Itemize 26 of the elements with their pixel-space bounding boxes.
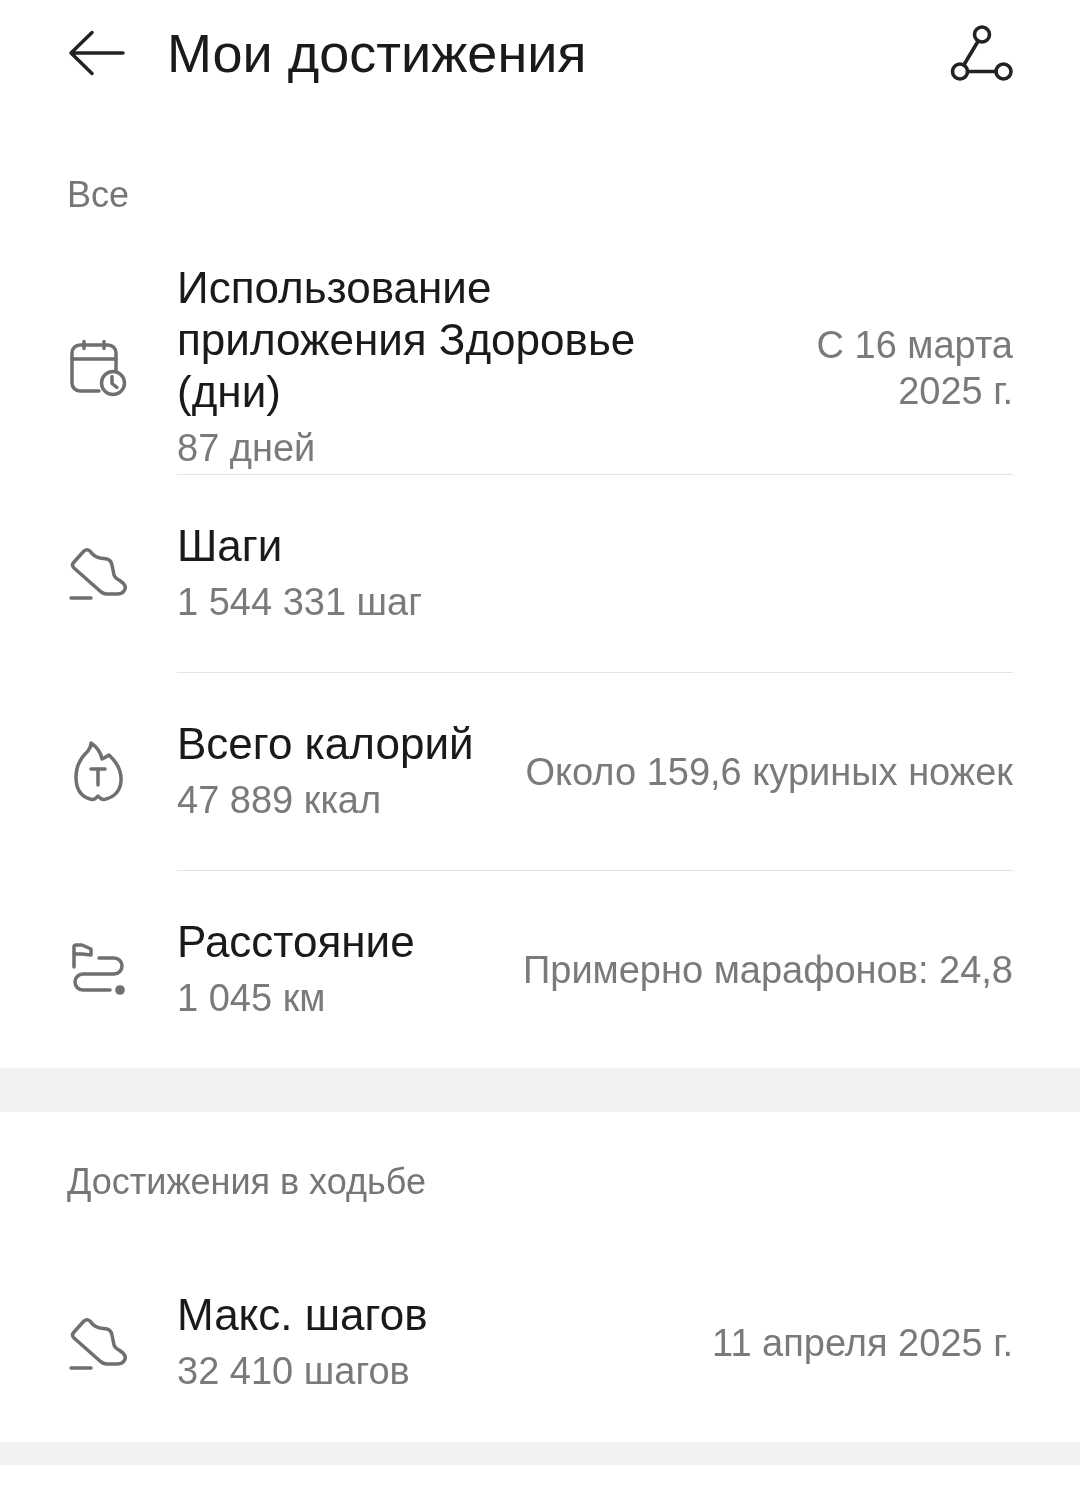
node-graph-icon [950,23,1014,82]
sneaker-icon [68,1316,128,1370]
achievement-value: 1 544 331 шаг [177,579,423,625]
achievement-value: 47 889 ккал [177,777,383,823]
calendar-clock-icon [69,339,127,397]
share-button[interactable] [950,23,1014,82]
achievement-value: 87 дней [177,426,317,471]
achievement-note: Примерно марафонов: 24,8 [521,947,1013,993]
section-heading: Достижения в ходьбе [67,1160,426,1204]
achievement-title: Использование приложения Здоровье (дни) [177,262,637,418]
achievement-title: Макс. шагов [177,1289,428,1341]
back-button[interactable] [68,29,125,76]
achievement-note: 11 апреля 2025 г. [711,1321,1013,1366]
section-heading: Все [67,173,130,217]
achievement-title: Всего калорий [177,717,474,770]
achievement-note: Около 159,6 куриных ножек [524,749,1013,795]
back-arrow-icon [68,29,125,76]
achievement-note: С 16 марта 2025 г. [815,323,1013,414]
achievement-title: Расстояние [177,915,415,968]
achievement-title: Шаги [177,519,284,572]
flame-icon [72,739,124,803]
screen-title: Мои достижения [167,21,587,85]
sneaker-icon [68,546,128,600]
achievement-value: 32 410 шагов [177,1349,411,1394]
achievement-value: 1 045 км [177,975,327,1021]
flag-route-icon [70,942,126,996]
